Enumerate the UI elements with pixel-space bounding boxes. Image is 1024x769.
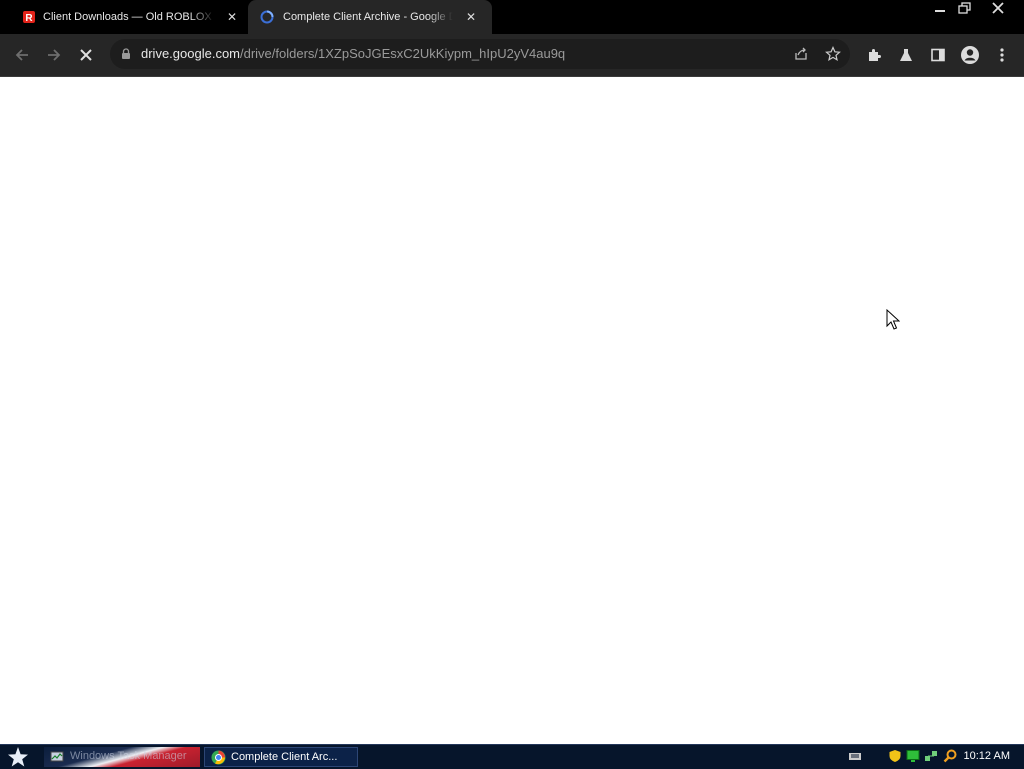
browser-toolbar: drive.google.com/drive/folders/1XZpSoJGE… [0,34,1024,77]
chrome-icon [211,750,226,765]
taskbar-clock[interactable]: 10:12 AM [964,750,1010,762]
shield-icon[interactable] [888,749,902,763]
tab-strip: R Client Downloads — Old ROBLOX Client ✕… [0,0,1024,34]
lock-icon [122,48,130,59]
kebab-menu-icon [1000,48,1004,62]
stop-loading-button[interactable] [75,44,97,66]
page-content[interactable] [0,77,1024,744]
taskbar-item-chrome[interactable]: Complete Client Arc... [204,747,358,767]
tab-complete-client-archive[interactable]: Complete Client Archive - Google Drive ✕ [248,0,492,34]
url-text: drive.google.com/drive/folders/1XZpSoJGE… [141,46,565,61]
stop-x-icon [80,49,92,61]
puzzle-piece-icon [869,49,881,61]
taskbar: Windows Task Manager Complete Client Arc… [0,744,1024,769]
roblox-logo-icon: R [23,11,35,24]
restore-icon[interactable] [955,0,975,18]
taskbar-item-label: Windows Task Manager [70,750,187,762]
back-arrow-icon [15,49,28,61]
url-path: /drive/folders/1XZpSoJGEsxC2UkKiypm_hIpU… [240,46,566,61]
profile-avatar-icon [961,46,979,64]
taskbar-item-label: Complete Client Arc... [231,751,338,763]
bookmark-star-icon[interactable] [825,46,841,62]
search-magnifier-icon[interactable] [943,749,957,763]
start-star-icon[interactable] [6,746,30,768]
menu-button[interactable] [991,44,1013,66]
close-tab-icon[interactable]: ✕ [227,10,237,24]
profile-button[interactable] [959,44,981,66]
mouse-cursor-icon [886,309,900,330]
forward-arrow-icon [48,49,61,61]
tab-title: Complete Client Archive - Google Drive [283,11,453,23]
side-panel-icon [931,48,945,62]
extensions-button[interactable] [863,44,885,66]
share-icon[interactable] [793,46,809,62]
network-icon[interactable] [924,749,938,763]
monitor-icon[interactable] [906,749,920,763]
tab-client-downloads[interactable]: R Client Downloads — Old ROBLOX Client ✕ [0,0,250,34]
loading-spinner-icon [260,10,274,24]
address-bar[interactable]: drive.google.com/drive/folders/1XZpSoJGE… [110,39,850,69]
keyboard-icon[interactable] [848,749,862,763]
task-manager-icon [50,751,64,762]
url-host: drive.google.com [141,46,240,61]
close-tab-icon[interactable]: ✕ [466,10,476,24]
taskbar-item-task-manager[interactable]: Windows Task Manager [44,747,200,767]
side-panel-button[interactable] [927,44,949,66]
close-window-icon[interactable] [988,0,1008,18]
tab-title: Client Downloads — Old ROBLOX Client [43,11,215,23]
minimize-icon[interactable] [930,0,950,18]
labs-button[interactable] [895,44,917,66]
forward-button[interactable] [43,44,65,66]
svg-text:R: R [25,13,33,24]
flask-icon [900,49,912,61]
back-button[interactable] [11,44,33,66]
